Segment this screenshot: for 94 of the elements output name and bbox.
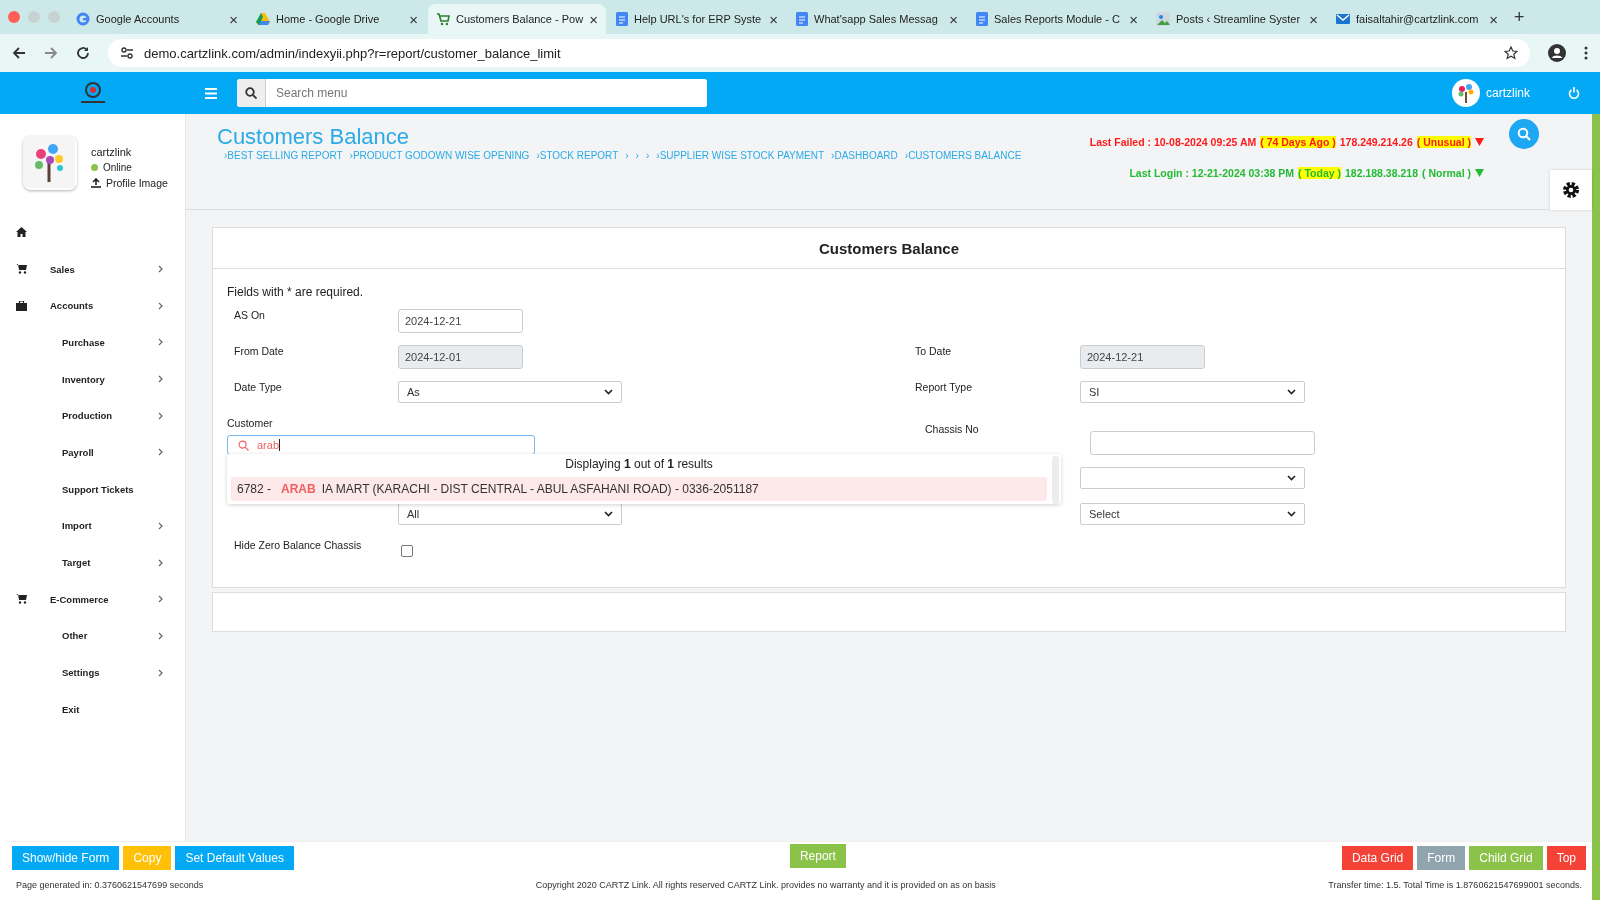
new-tab-button[interactable]: + (1508, 6, 1531, 28)
form-title: Customers Balance (818, 239, 960, 257)
chassis-number-field[interactable] (1090, 431, 1315, 455)
result-option[interactable]: 6782 - ARAB IA MART (KARACHI - DIST CENTRAL - ABUL ASFAHANI ROAD) - 0336-2051187 (231, 477, 1047, 501)
document-icon (976, 12, 988, 26)
date-type-select[interactable]: As (398, 381, 622, 403)
scrollbar[interactable] (1052, 456, 1059, 504)
document-icon (616, 12, 628, 26)
login-info: Last Login : 12-21-2024 03:38 PM ( Today ) 182.188.38.218 ( Normal ) (1129, 167, 1484, 179)
home-icon (16, 227, 27, 238)
sidebar-item[interactable]: Inventory (0, 360, 185, 398)
triangle-down-icon (1475, 169, 1484, 177)
scrollbar[interactable] (1592, 114, 1600, 900)
chevron-down-icon (1287, 475, 1296, 481)
browser-tab[interactable]: Google Accounts × (68, 4, 246, 34)
document-icon (796, 12, 808, 26)
field-label: Report Type (914, 381, 973, 393)
search-icon (1517, 127, 1531, 141)
settings-icon (1561, 180, 1581, 200)
select-field[interactable]: All (398, 503, 622, 525)
field-label: To Date (914, 345, 953, 357)
page-title: Customers Balance (217, 124, 410, 150)
field-label: AS On (233, 309, 266, 321)
browser-tab[interactable]: Posts ‹ Streamline Syster × (1148, 4, 1326, 34)
address-bar[interactable]: demo.cartzlink.com/admin/indexyii.php?r=report/customer_balance_limit (108, 39, 1530, 67)
sidebar-item[interactable]: E-Commerce (0, 580, 185, 618)
date-field[interactable]: 2024-12-21 (398, 309, 523, 333)
results-summary: Displaying 1 out of 1 results (564, 456, 714, 473)
sidebar-item[interactable]: Exit (0, 690, 185, 728)
sidebar-item[interactable]: Target (0, 544, 185, 581)
window-close-button[interactable] (8, 11, 20, 23)
back-icon[interactable] (12, 46, 26, 60)
chevron-down-icon (1287, 511, 1296, 517)
menu-icon[interactable] (205, 87, 217, 99)
forward-icon[interactable] (44, 46, 58, 60)
search-icon (238, 439, 249, 451)
footer-text: Page generated in: 0.3760621547699 seconds (16, 880, 204, 890)
sidebar-item[interactable]: Other (0, 617, 185, 655)
sidebar-item[interactable]: Import (0, 507, 185, 545)
browser-tab[interactable]: Home - Google Drive × (248, 4, 426, 34)
browser-tab[interactable]: Customers Balance - Pow × (428, 4, 606, 34)
profile-image-link[interactable]: Profile Image (106, 177, 168, 189)
triangle-icon (256, 12, 270, 26)
sidebar-item[interactable]: Purchase (0, 324, 185, 361)
sidebar-item[interactable]: Settings (0, 654, 185, 691)
chevron-down-icon (1287, 389, 1296, 395)
field-label: Date Type (233, 381, 283, 393)
profile-icon[interactable] (1548, 44, 1566, 62)
select-field[interactable]: Select (1080, 503, 1305, 525)
status-text: Online (103, 162, 132, 173)
online-status-dot (91, 164, 98, 171)
image-icon (1156, 12, 1170, 26)
profile-name: cartzlink (91, 146, 133, 158)
kebab-menu-icon[interactable] (1584, 46, 1588, 60)
briefcase-icon (16, 300, 27, 311)
power-icon[interactable] (1568, 87, 1580, 99)
cart-icon (16, 264, 27, 275)
bookmark-star-icon[interactable] (1504, 46, 1518, 60)
footer-text: Copyright 2020 CARTZ Link. All rights reserved CARTZ Link. provides no warranty and it is provided on as on basis (535, 880, 996, 890)
field-label: Hide Zero Balance Chassis (233, 539, 363, 551)
sidebar-item[interactable]: Accounts (0, 287, 185, 325)
sidebar-item[interactable]: Support Tickets (0, 470, 185, 508)
chevron-down-icon (604, 389, 613, 395)
avatar-icon (1452, 79, 1480, 107)
login-info: Last Failed : 10-08-2024 09:25 AM ( 74 Days Ago ) 178.249.214.26 ( Unusual ) (1089, 136, 1484, 148)
browser-tab[interactable]: Help URL's for ERP Syste × (608, 4, 786, 34)
search-icon (245, 87, 257, 99)
select-field[interactable] (1080, 467, 1305, 489)
field-label: Chassis No (924, 423, 980, 435)
mail-icon (1336, 13, 1350, 25)
cart-icon (16, 594, 27, 605)
browser-tab[interactable]: faisaltahir@cartzlink.com × (1328, 4, 1506, 34)
field-label: From Date (233, 345, 285, 357)
report-type-select[interactable]: SI (1080, 381, 1305, 403)
cart-icon (436, 12, 450, 26)
required-note: Fields with * are required. (227, 285, 365, 299)
checkbox[interactable] (401, 545, 413, 557)
field-label: Customer (227, 417, 274, 429)
toolbar-button[interactable]: Data Grid (1341, 846, 1414, 870)
footer-text: Transfer time: 1.5. Total Time is 1.8760621547699001 seconds. (1328, 880, 1582, 890)
upload-icon (91, 178, 101, 188)
browser-tab[interactable]: Sales Reports Module - C × (968, 4, 1146, 34)
triangle-down-icon (1475, 138, 1484, 146)
reload-icon[interactable] (76, 46, 90, 60)
chevron-down-icon (604, 511, 613, 517)
sidebar-item[interactable]: Production (0, 397, 185, 435)
search-button[interactable] (237, 79, 266, 107)
browser-tab[interactable]: What'sapp Sales Messag × (788, 4, 966, 34)
site-settings-icon[interactable] (120, 46, 134, 60)
toolbar-button[interactable]: Top (1546, 846, 1586, 870)
sidebar-item[interactable]: Payroll (0, 434, 185, 471)
google-icon (76, 12, 90, 26)
settings-button[interactable] (1550, 170, 1592, 210)
sidebar-item[interactable]: Sales (0, 250, 185, 288)
